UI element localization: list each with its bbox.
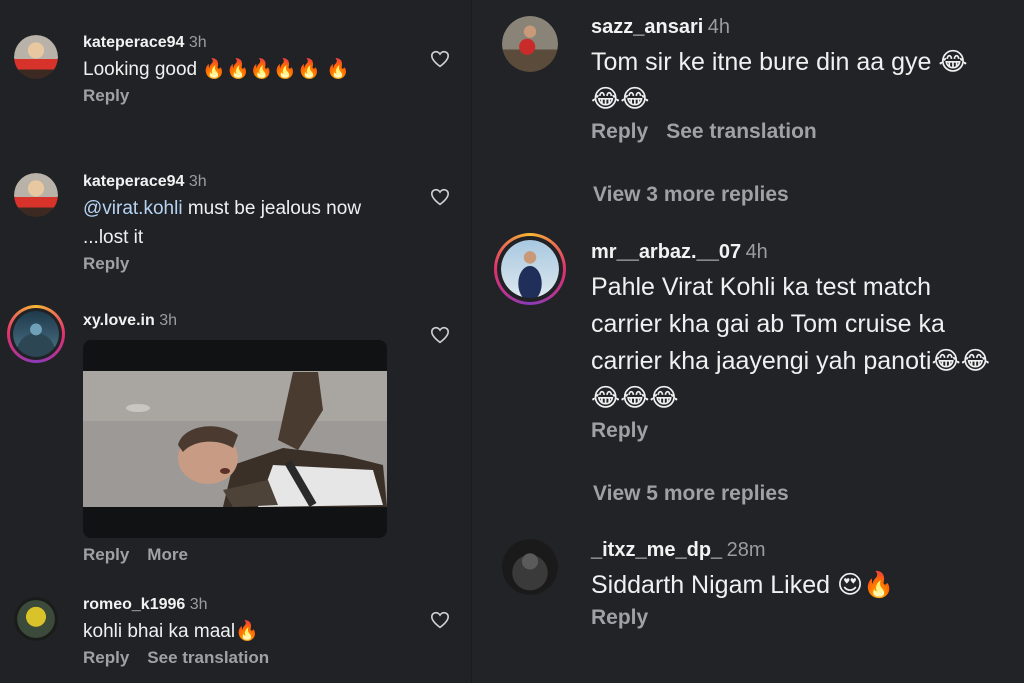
reply-button[interactable]: Reply — [591, 419, 648, 442]
comment-text: Siddarth Nigam Liked 😍🔥 — [591, 571, 895, 599]
avatar[interactable] — [502, 16, 558, 72]
comment-username[interactable]: xy.love.in — [83, 312, 155, 329]
avatar — [501, 240, 559, 298]
avatar[interactable] — [14, 35, 58, 79]
comment-actions: Reply More — [83, 545, 206, 565]
mention-link[interactable]: @virat.kohli — [83, 198, 183, 219]
comment-time: 3h — [159, 312, 177, 329]
comment-item: romeo_k1996 3h kohli bhai ka maal🔥 Reply… — [83, 596, 413, 668]
reply-button[interactable]: Reply — [83, 545, 129, 564]
comment-item: mr__arbaz.__07 4h Pahle Virat Kohli ka t… — [591, 241, 1011, 443]
gif-attachment[interactable] — [83, 340, 387, 538]
reply-button[interactable]: Reply — [83, 86, 129, 105]
comment-item: _itxz_me_dp_ 28m Siddarth Nigam Liked 😍🔥… — [591, 539, 1011, 630]
comment-username[interactable]: sazz_ansari — [591, 16, 703, 38]
comment-username[interactable]: _itxz_me_dp_ — [591, 539, 722, 561]
comment-item: kateperace94 3h Looking good 🔥🔥🔥🔥🔥 🔥 Rep… — [83, 34, 413, 106]
view-more-replies[interactable]: View 3 more replies — [593, 183, 789, 207]
story-ring[interactable] — [7, 305, 65, 363]
comment-time: 4h — [745, 241, 768, 263]
avatar[interactable] — [14, 597, 58, 641]
comment-time: 28m — [726, 539, 766, 561]
gif-image — [83, 371, 387, 508]
see-translation-button[interactable]: See translation — [666, 120, 817, 143]
heart-outline-icon[interactable] — [430, 188, 450, 206]
more-button[interactable]: More — [147, 545, 188, 564]
comment-time: 3h — [188, 173, 207, 190]
comment-item: kateperace94 3h @virat.kohli must be jea… — [83, 173, 413, 274]
comment-text: kohli bhai ka maal🔥 — [83, 621, 259, 642]
comment-username[interactable]: romeo_k1996 — [83, 596, 185, 613]
reply-button[interactable]: Reply — [591, 606, 648, 629]
comment-username[interactable]: kateperace94 — [83, 173, 184, 190]
heart-outline-icon[interactable] — [430, 326, 450, 344]
comment-text: Pahle Virat Kohli ka test match carrier … — [591, 273, 990, 412]
view-more-replies[interactable]: View 5 more replies — [593, 482, 789, 506]
avatar[interactable] — [14, 173, 58, 217]
comment-item: sazz_ansari 4h Tom sir ke itne bure din … — [591, 16, 1011, 144]
right-comments-panel: sazz_ansari 4h Tom sir ke itne bure din … — [472, 0, 1024, 683]
comment-time: 3h — [189, 596, 208, 613]
heart-outline-icon[interactable] — [430, 611, 450, 629]
comment-time: 4h — [707, 16, 730, 38]
comment-username[interactable]: mr__arbaz.__07 — [591, 241, 741, 263]
reply-button[interactable]: Reply — [83, 254, 129, 273]
heart-outline-icon[interactable] — [430, 50, 450, 68]
see-translation-button[interactable]: See translation — [147, 648, 269, 667]
comment-username[interactable]: kateperace94 — [83, 34, 184, 51]
reply-button[interactable]: Reply — [591, 120, 648, 143]
avatar — [13, 311, 59, 357]
comment-time: 3h — [188, 34, 207, 51]
comment-text: Tom sir ke itne bure din aa gye 😂😂😂 — [591, 48, 968, 113]
story-ring[interactable] — [494, 233, 566, 305]
left-comments-panel: kateperace94 3h Looking good 🔥🔥🔥🔥🔥 🔥 Rep… — [0, 0, 472, 683]
avatar[interactable] — [502, 539, 558, 595]
comment-text: Looking good 🔥🔥🔥🔥🔥 🔥 — [83, 59, 350, 80]
reply-button[interactable]: Reply — [83, 648, 129, 667]
comment-item: xy.love.in 3h — [83, 312, 413, 330]
